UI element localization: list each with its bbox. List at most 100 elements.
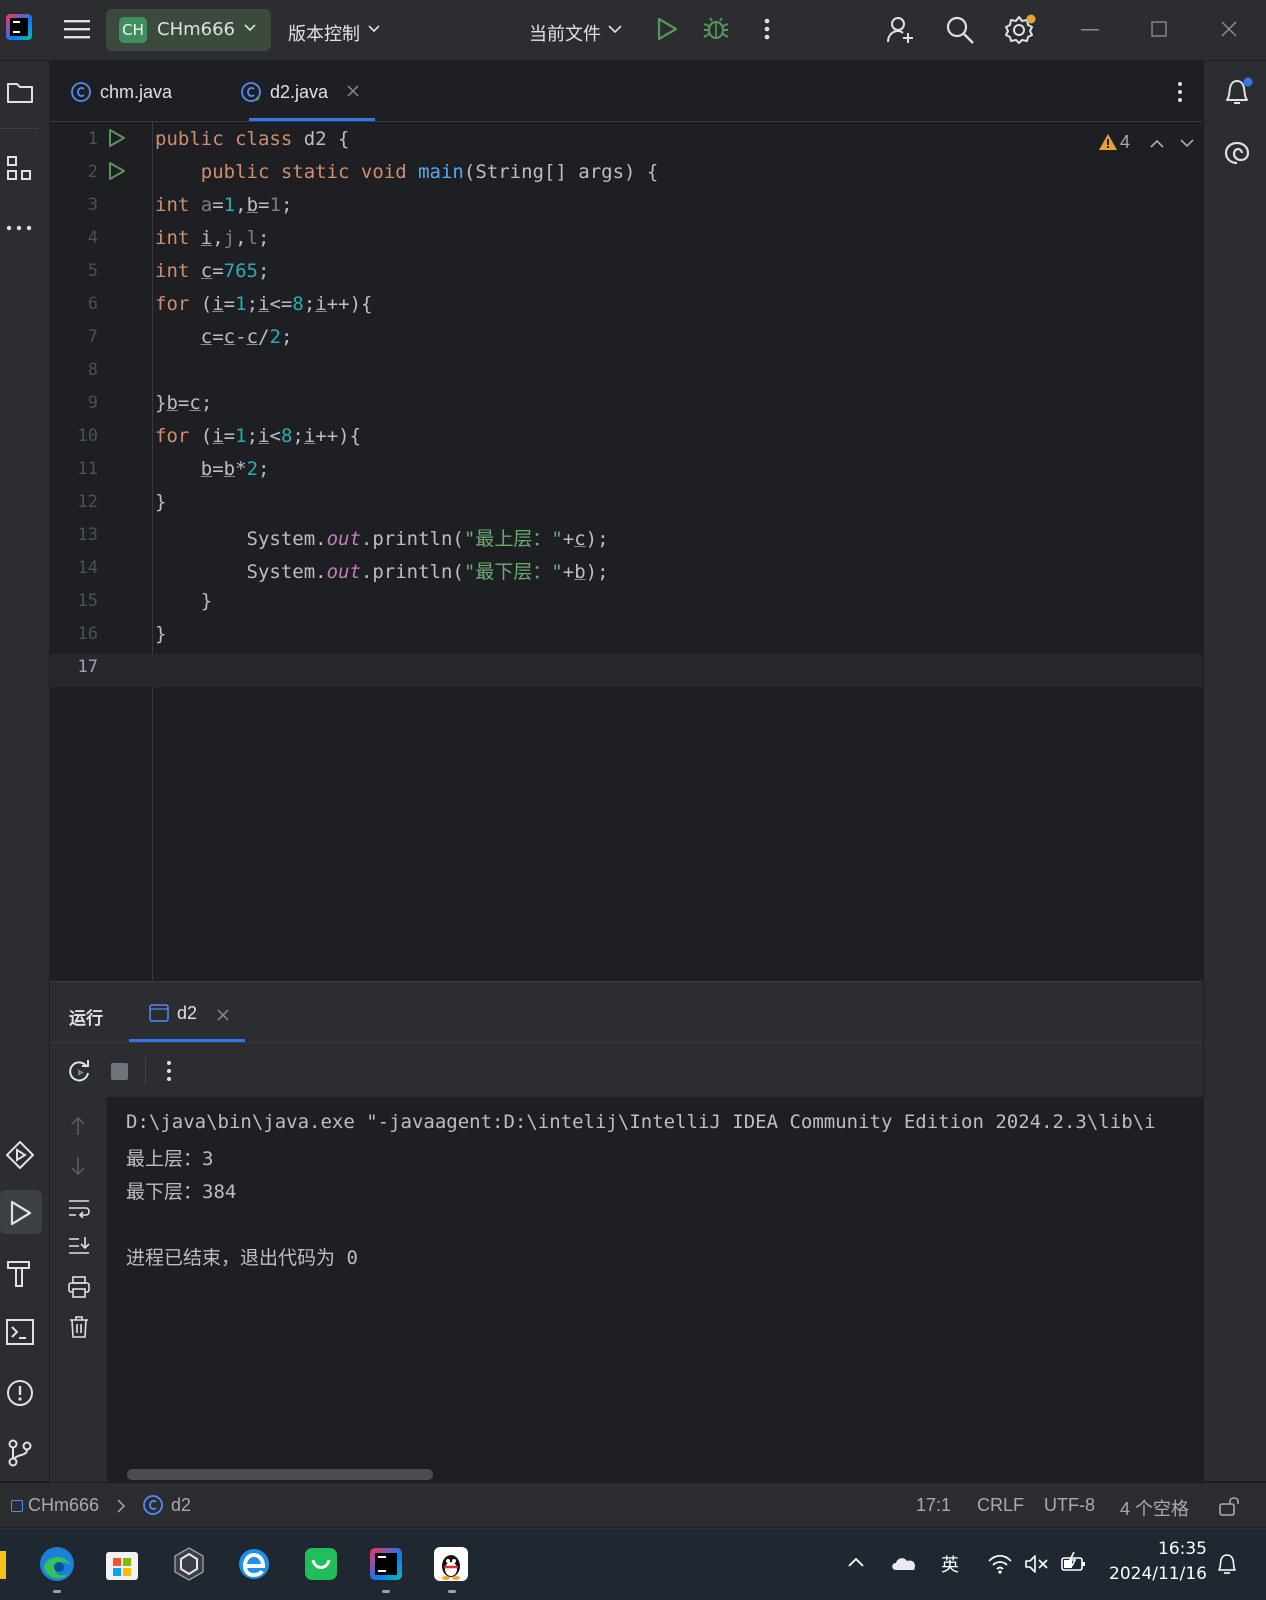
more-tools-icon[interactable] xyxy=(6,225,34,231)
code-line[interactable]: for (i=1;i<=8;i++){ xyxy=(155,293,373,315)
tray-overflow-chevron-icon[interactable] xyxy=(847,1556,865,1568)
print-icon[interactable] xyxy=(67,1276,91,1298)
stop-icon[interactable] xyxy=(111,1063,128,1080)
ie-browser-icon[interactable] xyxy=(236,1546,272,1582)
terminal-icon[interactable] xyxy=(5,1318,35,1346)
close-run-tab-icon[interactable] xyxy=(217,1009,229,1021)
volume-muted-icon[interactable] xyxy=(1024,1554,1050,1574)
tab-chm-java[interactable]: chm.java xyxy=(100,82,172,103)
code-line[interactable]: public static void main(String[] args) { xyxy=(155,161,659,183)
code-line[interactable]: c=c-c/2; xyxy=(155,326,293,348)
tab-options-icon[interactable] xyxy=(1177,81,1183,103)
java-class-icon xyxy=(240,81,262,103)
console-line: 进程已结束，退出代码为 0 xyxy=(126,1247,358,1269)
scroll-to-end-icon[interactable] xyxy=(67,1236,91,1258)
edge-browser-icon[interactable] xyxy=(38,1545,76,1583)
java-class-icon xyxy=(70,81,92,103)
main-menu-icon[interactable] xyxy=(64,18,90,40)
maximize-icon[interactable] xyxy=(1151,21,1167,37)
microsoft-store-icon[interactable] xyxy=(104,1546,140,1582)
project-folder-icon[interactable] xyxy=(6,80,34,104)
code-line[interactable]: } xyxy=(155,623,166,645)
caret-position[interactable]: 17:1 xyxy=(916,1495,951,1516)
line-number: 2 xyxy=(87,162,98,182)
code-line[interactable]: b=b*2; xyxy=(155,458,270,480)
code-line[interactable]: int i,j,l; xyxy=(155,227,269,249)
settings-gear-icon[interactable] xyxy=(1004,14,1036,46)
console-line: D:\java\bin\java.exe "-javaagent:D:\inte… xyxy=(126,1111,1156,1133)
wifi-icon[interactable] xyxy=(987,1554,1013,1574)
line-number: 9 xyxy=(87,393,98,413)
run-config-selector[interactable]: 当前文件 xyxy=(529,20,601,46)
previous-highlight-icon[interactable] xyxy=(1150,139,1164,148)
minimize-icon[interactable] xyxy=(1081,29,1099,31)
search-icon[interactable] xyxy=(945,15,975,45)
file-encoding[interactable]: UTF-8 xyxy=(1044,1495,1095,1516)
services-icon[interactable] xyxy=(5,1140,35,1170)
notifications-bell-icon[interactable] xyxy=(1222,76,1254,108)
project-name[interactable]: CHm666 xyxy=(157,19,235,40)
add-user-icon[interactable] xyxy=(886,15,916,45)
horizontal-scrollbar[interactable] xyxy=(127,1469,433,1480)
notification-center-bell-icon[interactable] xyxy=(1216,1552,1238,1576)
structure-icon[interactable] xyxy=(6,155,34,183)
lock-open-icon[interactable] xyxy=(1219,1496,1241,1516)
git-branch-icon[interactable] xyxy=(5,1438,35,1468)
next-highlight-icon[interactable] xyxy=(1180,139,1194,148)
soft-wrap-icon[interactable] xyxy=(67,1198,91,1218)
clock-time[interactable]: 16:35 xyxy=(1158,1539,1207,1559)
run-gutter-icon[interactable] xyxy=(108,128,126,148)
line-separator[interactable]: CRLF xyxy=(977,1495,1024,1516)
code-line[interactable]: System.out.println("最下层："+b); xyxy=(155,557,609,584)
unity-hub-icon[interactable] xyxy=(171,1546,207,1582)
trash-icon[interactable] xyxy=(68,1315,90,1339)
chevron-down-icon xyxy=(244,24,256,32)
build-hammer-icon[interactable] xyxy=(5,1258,35,1288)
run-options-icon[interactable] xyxy=(166,1060,172,1082)
running-indicator xyxy=(448,1590,456,1593)
down-arrow-icon[interactable] xyxy=(70,1156,86,1176)
breadcrumb-file[interactable]: d2 xyxy=(171,1495,191,1516)
run-tab-d2[interactable]: d2 xyxy=(177,1003,197,1024)
code-line[interactable]: int c=765; xyxy=(155,260,269,282)
up-arrow-icon[interactable] xyxy=(70,1116,86,1136)
problems-icon[interactable] xyxy=(5,1378,35,1408)
code-line[interactable]: } xyxy=(155,491,166,513)
run-gutter-icon[interactable] xyxy=(108,161,126,181)
close-window-icon[interactable] xyxy=(1221,21,1237,37)
wechat-icon[interactable] xyxy=(303,1546,339,1582)
indent-setting[interactable]: 4 个空格 xyxy=(1120,1495,1189,1521)
code-line[interactable]: for (i=1;i<8;i++){ xyxy=(155,425,361,447)
code-line[interactable]: public class d2 { xyxy=(155,128,349,150)
warning-triangle-icon[interactable] xyxy=(1098,133,1118,151)
chevron-down-icon xyxy=(368,25,380,33)
ime-indicator[interactable]: 英 xyxy=(941,1551,959,1577)
code-line[interactable]: } xyxy=(155,590,212,612)
active-tab-indicator xyxy=(249,118,375,121)
run-icon[interactable] xyxy=(656,17,678,41)
run-tool-icon[interactable] xyxy=(9,1200,33,1226)
ai-assistant-spiral-icon[interactable] xyxy=(1222,138,1252,168)
vcs-menu[interactable]: 版本控制 xyxy=(288,20,360,46)
code-editor[interactable] xyxy=(153,122,1203,980)
warning-count[interactable]: 4 xyxy=(1120,132,1130,153)
line-number: 16 xyxy=(77,624,98,644)
debug-icon[interactable] xyxy=(703,16,729,42)
onedrive-cloud-icon[interactable] xyxy=(890,1554,918,1572)
battery-charging-icon[interactable] xyxy=(1060,1552,1088,1574)
breadcrumb-project[interactable]: CHm666 xyxy=(28,1495,99,1516)
rerun-icon[interactable] xyxy=(68,1059,92,1083)
intellij-taskbar-icon[interactable] xyxy=(368,1546,404,1582)
more-actions-icon[interactable] xyxy=(764,18,770,40)
console-line: 最下层：384 xyxy=(126,1181,237,1203)
tab-d2-java[interactable]: d2.java xyxy=(270,82,328,103)
code-line[interactable]: int a=1,b=1; xyxy=(155,194,292,216)
console-tab-icon xyxy=(149,1004,169,1022)
widget-edge-icon[interactable] xyxy=(0,1551,6,1579)
code-line[interactable]: System.out.println("最上层："+c); xyxy=(155,524,609,551)
code-line[interactable]: }b=c; xyxy=(155,392,212,414)
clock-date[interactable]: 2024/11/16 xyxy=(1109,1564,1207,1584)
chevron-down-icon xyxy=(608,25,622,34)
close-tab-icon[interactable] xyxy=(347,85,359,97)
qq-icon[interactable] xyxy=(433,1546,469,1582)
